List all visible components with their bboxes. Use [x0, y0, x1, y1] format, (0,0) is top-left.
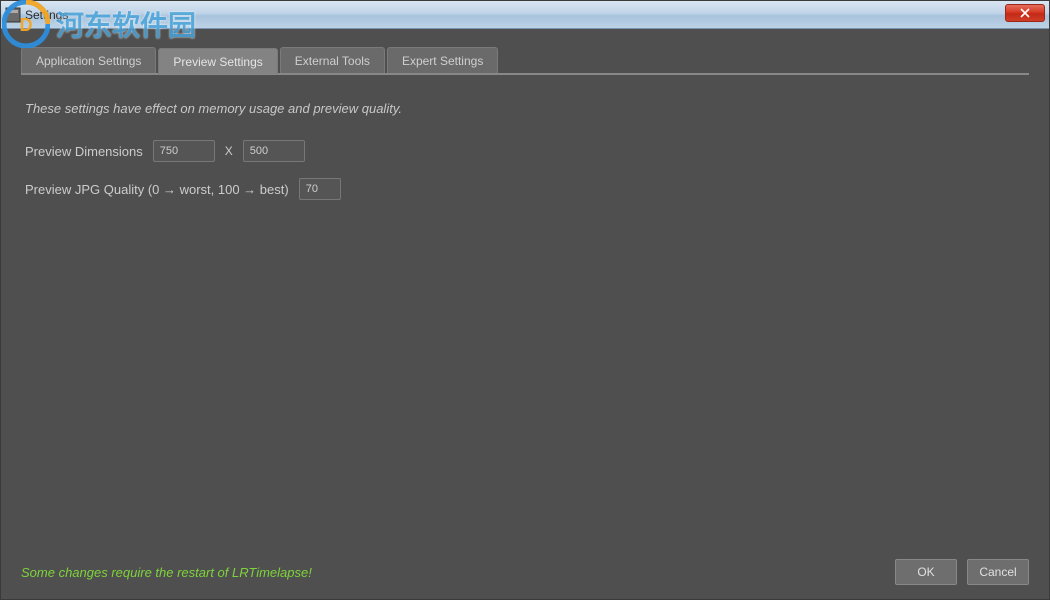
preview-quality-input[interactable] [299, 178, 341, 200]
tab-external-tools[interactable]: External Tools [280, 47, 385, 73]
ok-button[interactable]: OK [895, 559, 957, 585]
content-area: Application Settings Preview Settings Ex… [1, 29, 1049, 599]
button-row: OK Cancel [895, 559, 1029, 585]
tab-preview-settings[interactable]: Preview Settings [158, 48, 277, 74]
app-icon [5, 7, 21, 23]
preview-quality-label: Preview JPG Quality (0 → worst, 100 → be… [25, 182, 289, 197]
cancel-button[interactable]: Cancel [967, 559, 1029, 585]
preview-settings-panel: These settings have effect on memory usa… [21, 75, 1029, 216]
preview-height-input[interactable] [243, 140, 305, 162]
panel-description: These settings have effect on memory usa… [25, 101, 1025, 116]
footer: Some changes require the restart of LRTi… [21, 559, 1029, 585]
preview-dimensions-label: Preview Dimensions [25, 144, 143, 159]
settings-window: Settings D 河东软件园 Application Settings Pr… [0, 0, 1050, 600]
preview-width-input[interactable] [153, 140, 215, 162]
window-title: Settings [25, 8, 68, 22]
restart-note: Some changes require the restart of LRTi… [21, 565, 312, 580]
close-icon [1020, 8, 1030, 18]
tab-application-settings[interactable]: Application Settings [21, 47, 156, 73]
preview-quality-row: Preview JPG Quality (0 → worst, 100 → be… [25, 178, 1025, 200]
preview-dimensions-row: Preview Dimensions X [25, 140, 1025, 162]
tab-row: Application Settings Preview Settings Ex… [21, 47, 1029, 75]
tab-expert-settings[interactable]: Expert Settings [387, 47, 498, 73]
titlebar[interactable]: Settings [1, 1, 1049, 29]
close-button[interactable] [1005, 4, 1045, 22]
dimensions-separator: X [225, 144, 233, 158]
